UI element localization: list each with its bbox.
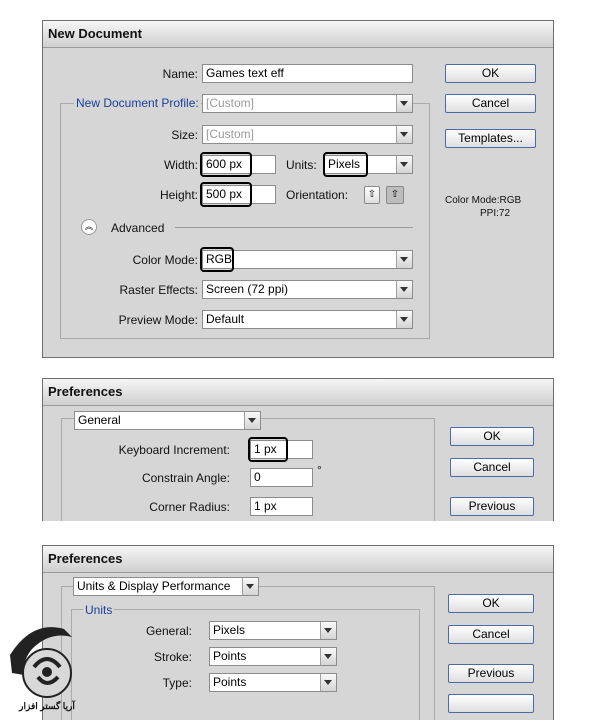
raster-effects-label: Raster Effects:: [119, 283, 198, 297]
orientation-label: Orientation:: [286, 188, 349, 202]
raster-effects-select-value: Screen (72 ppi): [206, 282, 289, 296]
new-document-dialog: New Document Name: Games text eff OK Can…: [42, 20, 554, 358]
general-units-label: General:: [145, 624, 192, 638]
height-label: Height:: [159, 188, 198, 202]
watermark-logo: آریا گستر افزار: [2, 615, 92, 720]
next-button[interactable]: [448, 694, 534, 713]
chevron-down-icon: [396, 126, 412, 143]
type-units-label: Type:: [162, 676, 192, 690]
profile-select-value: [Custom]: [206, 96, 255, 110]
info-ppi: PPI:72: [480, 208, 511, 219]
cancel-button[interactable]: Cancel: [450, 458, 534, 477]
preview-mode-select-value: Default: [206, 312, 245, 326]
general-units-value: Pixels: [213, 623, 246, 637]
stroke-units-label: Stroke:: [153, 650, 192, 664]
preview-mode-label: Preview Mode:: [118, 313, 198, 327]
dialog-title: Preferences: [48, 551, 123, 566]
chevron-down-icon: [396, 95, 412, 112]
stroke-units-select[interactable]: Points: [209, 647, 337, 666]
ok-button[interactable]: OK: [448, 594, 534, 613]
size-select[interactable]: [Custom]: [202, 125, 413, 144]
dialog-titlebar[interactable]: New Document: [43, 21, 553, 48]
advanced-divider: [175, 227, 413, 228]
corner-radius-label: Corner Radius:: [149, 500, 230, 514]
width-highlight: [200, 152, 252, 177]
keyboard-increment-highlight: [248, 437, 288, 462]
previous-button[interactable]: Previous: [448, 664, 534, 683]
preferences-section-select[interactable]: General: [74, 411, 261, 430]
section-select-value: Units & Display Performance: [77, 579, 231, 593]
info-color-mode: Color Mode:RGB: [445, 195, 522, 206]
preferences-general-dialog: Preferences General Keyboard Increment: …: [42, 378, 554, 521]
raster-effects-select[interactable]: Screen (72 ppi): [202, 280, 413, 299]
landscape-orientation-button[interactable]: ⇧: [386, 186, 404, 204]
size-label: Size:: [171, 128, 198, 142]
general-group: [61, 418, 435, 521]
keyboard-increment-label: Keyboard Increment:: [118, 443, 230, 457]
units-label: Units:: [286, 158, 317, 172]
chevron-down-icon: [396, 311, 412, 328]
color-mode-label: Color Mode:: [132, 253, 198, 267]
size-select-value: [Custom]: [206, 127, 255, 141]
templates-button[interactable]: Templates...: [445, 129, 536, 148]
units-highlight: [323, 152, 368, 177]
color-mode-highlight: [200, 247, 234, 272]
ok-button[interactable]: OK: [450, 427, 534, 446]
general-units-select[interactable]: Pixels: [209, 621, 337, 640]
dialog-title: Preferences: [48, 384, 123, 399]
chevron-down-icon: [320, 674, 336, 691]
constrain-angle-input[interactable]: 0: [250, 468, 313, 487]
advanced-toggle-icon[interactable]: ︽: [81, 219, 97, 235]
chevron-down-icon: [320, 622, 336, 639]
constrain-angle-label: Constrain Angle:: [141, 471, 230, 485]
ok-button[interactable]: OK: [445, 64, 536, 83]
type-units-value: Points: [213, 675, 247, 689]
degree-symbol: °: [317, 463, 322, 477]
width-label: Width:: [163, 158, 198, 172]
cancel-button[interactable]: Cancel: [445, 94, 536, 113]
stroke-units-value: Points: [213, 649, 247, 663]
profile-select[interactable]: [Custom]: [202, 94, 413, 113]
section-select-value: General: [78, 413, 121, 427]
preferences-units-dialog: Preferences Units & Display Performance …: [42, 545, 554, 720]
portrait-orientation-button[interactable]: ⇧: [364, 186, 380, 204]
height-highlight: [200, 182, 252, 207]
preview-mode-select[interactable]: Default: [202, 310, 413, 329]
profile-label: New Document Profile:: [74, 96, 201, 110]
name-label: Name:: [162, 67, 198, 81]
chevron-down-icon: [396, 251, 412, 268]
type-units-select[interactable]: Points: [209, 673, 337, 692]
dialog-titlebar[interactable]: Preferences: [43, 546, 553, 573]
corner-radius-input[interactable]: 1 px: [250, 497, 313, 516]
watermark-text: آریا گستر افزار: [19, 701, 75, 711]
previous-button[interactable]: Previous: [450, 497, 534, 516]
preferences-section-select[interactable]: Units & Display Performance: [73, 577, 259, 596]
document-name-input[interactable]: Games text eff: [202, 64, 413, 83]
chevron-down-icon: [242, 578, 258, 595]
chevron-down-icon: [396, 281, 412, 298]
dialog-title: New Document: [48, 26, 142, 41]
chevron-down-icon: [320, 648, 336, 665]
advanced-label: Advanced: [111, 221, 165, 235]
dialog-titlebar[interactable]: Preferences: [43, 379, 553, 406]
chevron-down-icon: [244, 412, 260, 429]
chevron-down-icon: [396, 156, 412, 173]
cancel-button[interactable]: Cancel: [448, 625, 534, 644]
